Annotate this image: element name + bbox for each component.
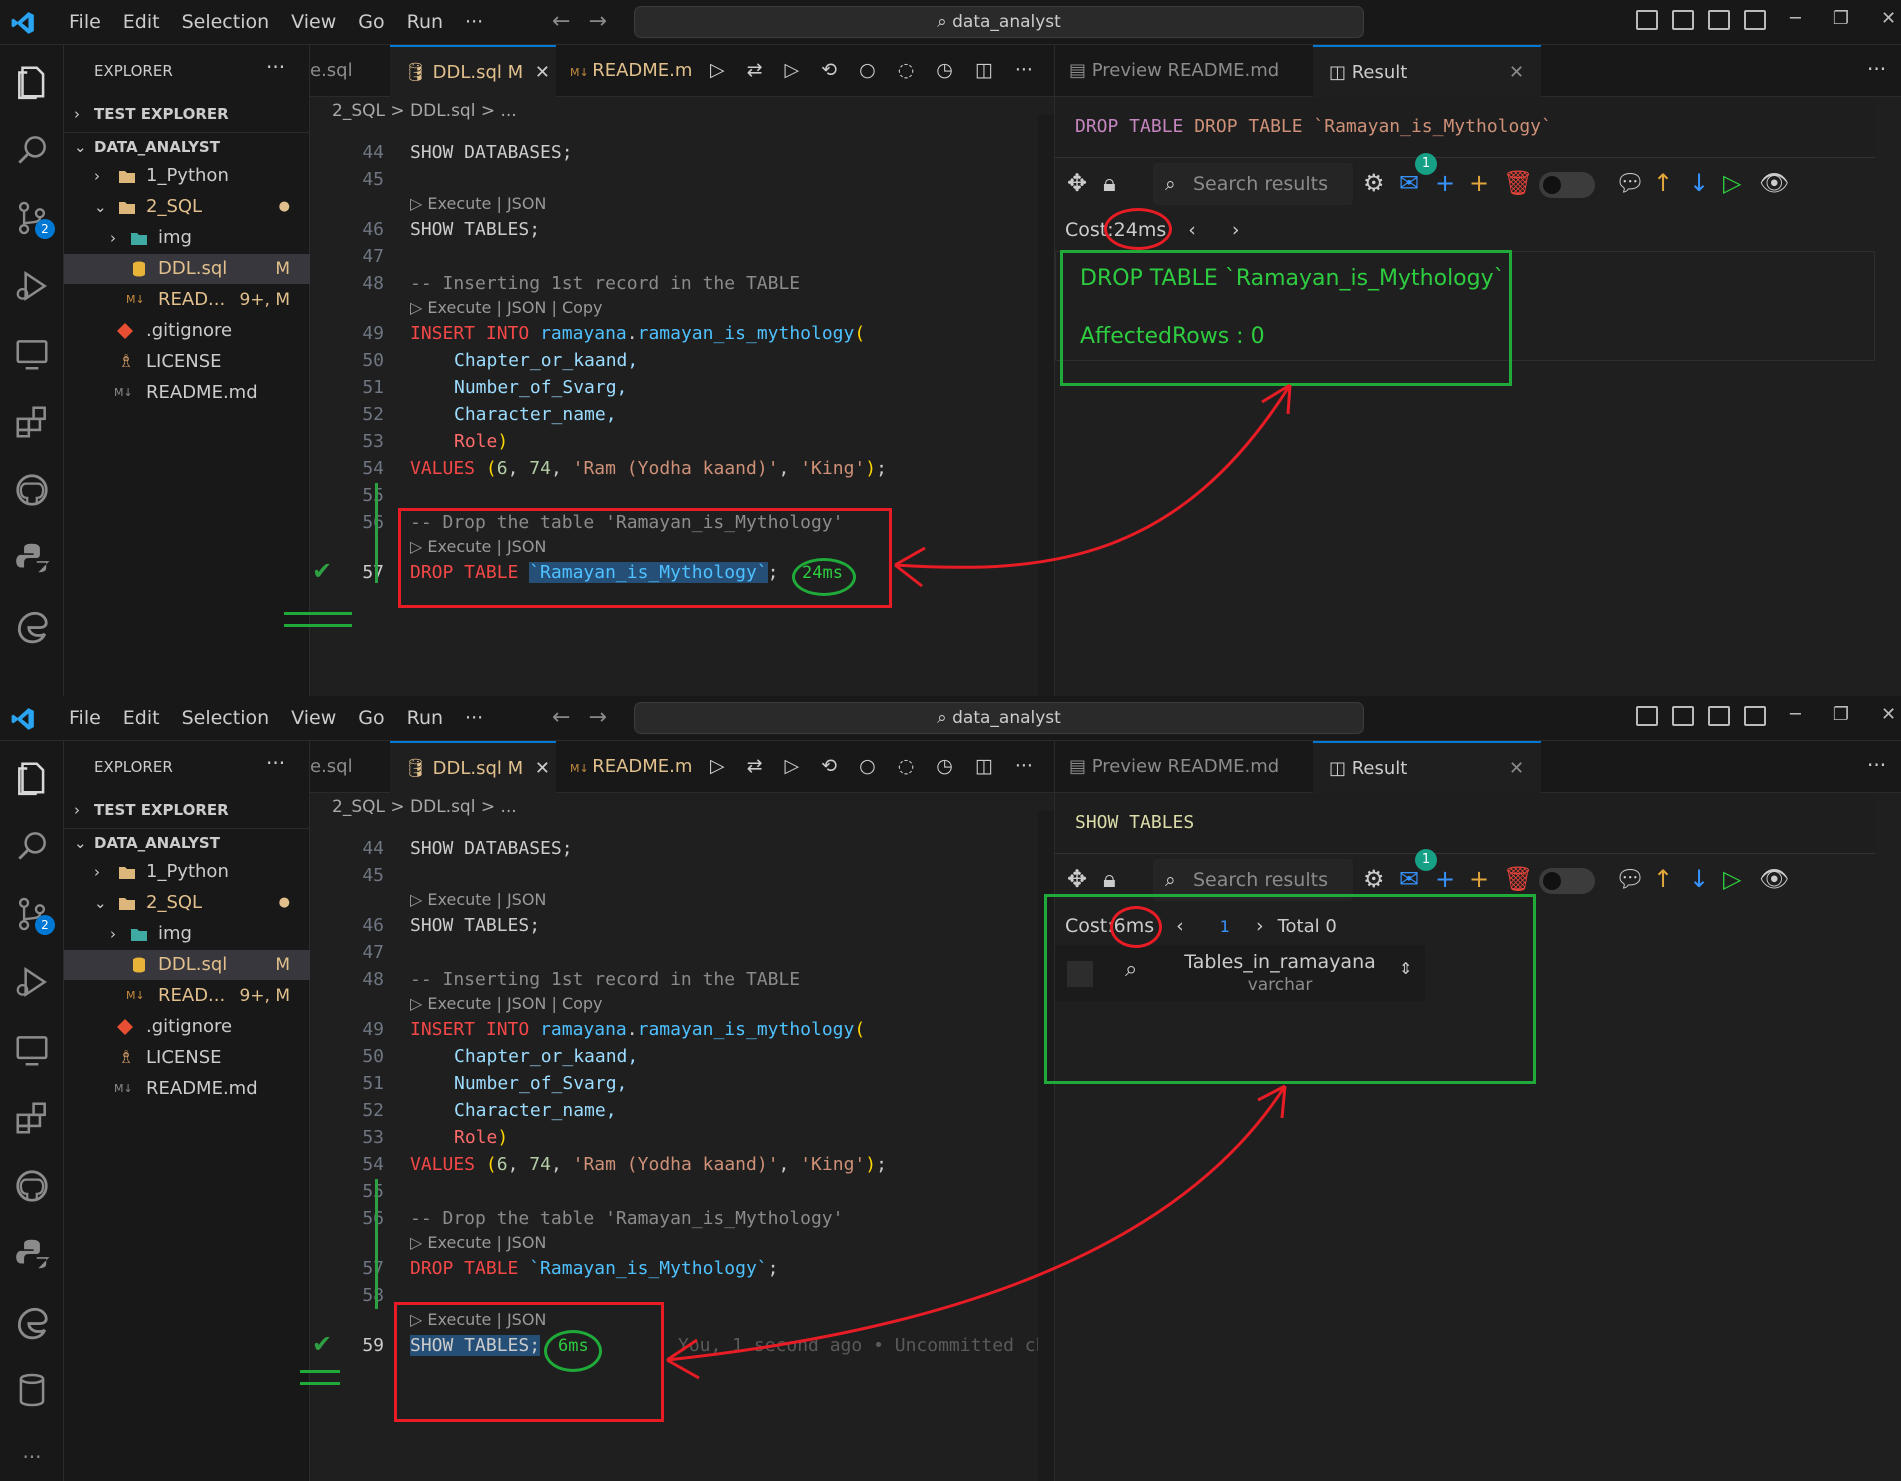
arrow-top bbox=[894, 384, 1292, 569]
arrow-bottom bbox=[666, 1085, 1287, 1362]
annotation-arrows bbox=[666, 383, 1292, 1380]
